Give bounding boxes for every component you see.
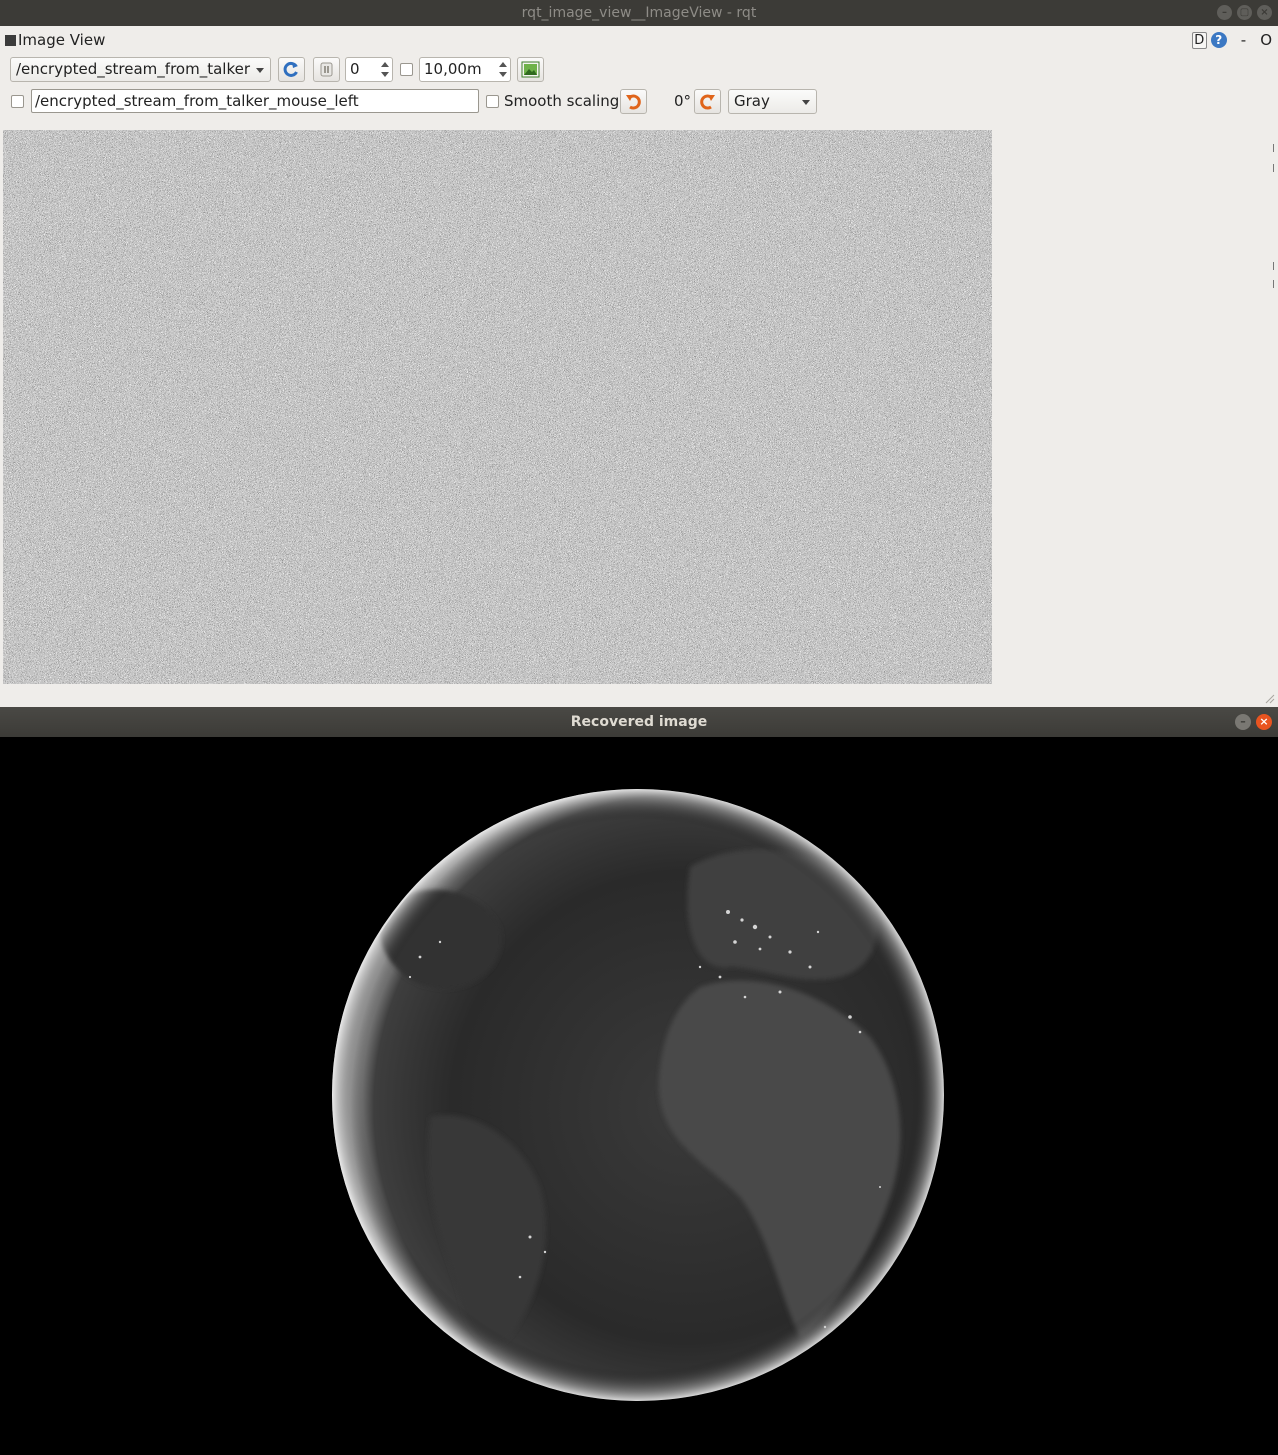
recovered-window-controls: – × xyxy=(1235,714,1272,730)
window-controls: – ▢ × xyxy=(1217,5,1272,20)
window-maximize-button[interactable]: ▢ xyxy=(1237,5,1252,20)
plugin-header-controls: D ? - O xyxy=(1191,31,1272,49)
mouse-publish-checkbox[interactable] xyxy=(11,95,24,108)
plugin-minimize-button[interactable]: - xyxy=(1241,31,1246,49)
save-image-icon xyxy=(521,61,540,78)
plugin-title: Image View xyxy=(18,31,106,49)
resize-grip-icon[interactable] xyxy=(1265,694,1275,704)
recovered-minimize-button[interactable]: – xyxy=(1235,714,1251,730)
window-titlebar[interactable]: rqt_image_view__ImageView - rqt – ▢ × xyxy=(0,0,1278,26)
encrypted-image-view[interactable] xyxy=(3,130,992,684)
refresh-icon xyxy=(283,61,298,77)
rotate-right-button[interactable] xyxy=(694,89,721,114)
save-image-button[interactable] xyxy=(517,57,544,82)
status-strip xyxy=(0,684,1278,708)
color-scheme-value: Gray xyxy=(734,92,770,110)
rqt-window: rqt_image_view__ImageView - rqt – ▢ × Im… xyxy=(0,0,1278,708)
rotation-label: 0° xyxy=(674,92,692,110)
recovered-titlebar[interactable]: Recovered image – × xyxy=(0,707,1278,737)
noise-image xyxy=(3,130,992,684)
stepper-arrows-icon[interactable] xyxy=(499,61,507,78)
topic-select[interactable]: /encrypted_stream_from_talker xyxy=(10,57,271,82)
refresh-button[interactable] xyxy=(278,57,305,82)
timeout-checkbox[interactable] xyxy=(400,63,413,76)
color-scheme-select[interactable]: Gray xyxy=(728,89,817,114)
topic-select-value: /encrypted_stream_from_talker xyxy=(16,60,250,78)
smooth-scaling-checkbox[interactable] xyxy=(486,95,499,108)
smooth-scaling-label: Smooth scaling xyxy=(504,92,620,110)
plugin-close-button[interactable]: O xyxy=(1260,31,1272,49)
recovered-image[interactable] xyxy=(0,737,1278,1455)
recovered-title: Recovered image xyxy=(570,714,708,730)
recovered-close-button[interactable]: × xyxy=(1256,714,1272,730)
rotate-right-icon xyxy=(700,94,715,110)
earth-at-night-image xyxy=(332,789,944,1401)
stepper-arrows-icon[interactable] xyxy=(381,61,389,78)
frame-number-value: 0 xyxy=(350,60,360,78)
mouse-topic-input[interactable]: /encrypted_stream_from_talker_mouse_left xyxy=(31,89,479,113)
frame-number-stepper[interactable]: 0 xyxy=(345,57,393,82)
window-close-button[interactable]: × xyxy=(1257,5,1272,20)
window-minimize-button[interactable]: – xyxy=(1217,5,1232,20)
timeout-stepper[interactable]: 10,00m xyxy=(419,57,511,82)
recovered-window: Recovered image – × xyxy=(0,707,1278,1455)
splitter-handle[interactable] xyxy=(1272,140,1278,300)
mouse-topic-value: /encrypted_stream_from_talker_mouse_left xyxy=(35,92,359,110)
drag-handle-icon[interactable] xyxy=(5,35,16,46)
chevron-down-icon xyxy=(256,68,264,73)
window-title: rqt_image_view__ImageView - rqt xyxy=(521,5,757,21)
rotate-left-icon xyxy=(626,94,641,110)
plugin-header: Image View D ? - O xyxy=(0,30,1278,52)
rotate-left-button[interactable] xyxy=(620,89,647,114)
chevron-down-icon xyxy=(802,100,810,105)
pause-button[interactable] xyxy=(313,57,340,82)
pause-icon xyxy=(320,62,333,77)
help-icon[interactable]: ? xyxy=(1210,32,1227,48)
dock-button[interactable]: D xyxy=(1191,31,1207,49)
timeout-value: 10,00m xyxy=(424,60,482,78)
